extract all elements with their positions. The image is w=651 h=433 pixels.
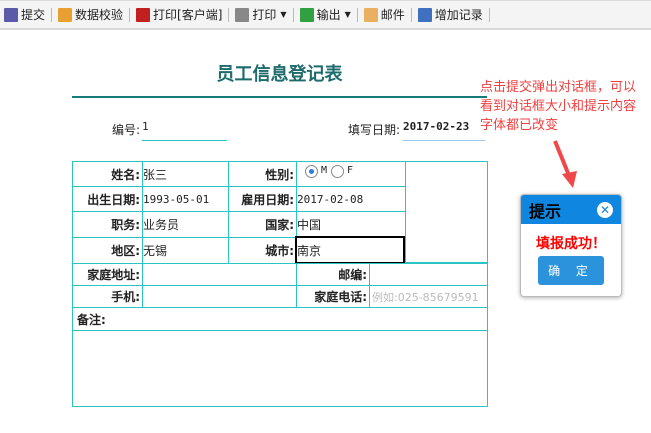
chevron-down-icon: ▼ <box>280 10 287 19</box>
zip-field[interactable] <box>369 263 488 286</box>
remark-field[interactable] <box>72 330 488 407</box>
mobile-field[interactable] <box>142 285 297 308</box>
photo-cell <box>405 161 488 263</box>
date-field[interactable]: 2017-02-23 <box>403 120 485 141</box>
export-button[interactable]: 输出 ▼ <box>296 6 355 23</box>
country-field[interactable]: 中国 <box>296 211 406 238</box>
date-label: 填写日期: <box>347 123 400 137</box>
gender-radio-group: M F <box>296 161 406 187</box>
address-label: 家庭地址: <box>72 263 143 286</box>
city-label: 城市: <box>228 237 297 264</box>
toolbar: 提交 数据校验 打印[客户端] 打印 ▼ 输出 ▼ 邮件 增加记录 <box>0 0 651 30</box>
close-icon[interactable]: ✕ <box>597 201 613 218</box>
arrow-icon <box>553 140 577 188</box>
ok-button[interactable]: 确 定 <box>538 256 604 285</box>
mail-icon <box>363 7 378 22</box>
remark-label: 备注: <box>72 307 488 331</box>
birth-field[interactable]: 1993-05-01 <box>142 186 229 212</box>
job-label: 职务: <box>72 211 143 238</box>
email-button[interactable]: 邮件 <box>360 6 409 23</box>
submit-button[interactable]: 提交 <box>0 6 49 23</box>
gender-m-radio[interactable] <box>305 165 318 178</box>
region-label: 地区: <box>72 237 143 264</box>
country-label: 国家: <box>228 211 297 238</box>
gender-label: 性别: <box>228 161 297 187</box>
title-divider <box>72 96 487 98</box>
page-title: 员工信息登记表 <box>216 64 343 85</box>
dialog-header: 提示 ✕ <box>521 195 621 224</box>
printer-icon <box>235 7 250 22</box>
address-field[interactable] <box>142 263 297 286</box>
add-record-icon <box>417 7 432 22</box>
phone-field[interactable]: 例如:025-85679591 <box>369 285 488 308</box>
mobile-label: 手机: <box>72 285 143 308</box>
region-field[interactable]: 无锡 <box>142 237 229 264</box>
zip-label: 邮编: <box>296 263 370 286</box>
add-record-button[interactable]: 增加记录 <box>414 6 487 23</box>
print-button[interactable]: 打印 ▼ <box>231 6 290 23</box>
hire-field[interactable]: 2017-02-08 <box>296 186 406 212</box>
annotation-text: 点击提交弹出对话框，可以看到对话框大小和提示内容字体都已改变 <box>480 80 637 133</box>
birth-label: 出生日期: <box>72 186 143 212</box>
name-field[interactable]: 张三 <box>142 161 229 187</box>
chevron-down-icon: ▼ <box>344 10 351 19</box>
pencil-icon <box>58 7 73 22</box>
flash-print-icon <box>136 7 151 22</box>
id-label: 编号: <box>111 123 140 137</box>
export-icon <box>299 7 314 22</box>
save-icon <box>4 7 18 22</box>
print-client-button[interactable]: 打印[客户端] <box>132 6 226 23</box>
id-field[interactable]: 1 <box>142 120 227 141</box>
dialog-title: 提示 <box>529 201 562 221</box>
job-field[interactable]: 业务员 <box>142 211 229 238</box>
city-field[interactable]: 南京 <box>295 236 405 264</box>
hire-label: 雇用日期: <box>228 186 297 212</box>
gender-f-radio[interactable] <box>331 165 345 178</box>
validate-button[interactable]: 数据校验 <box>54 6 127 23</box>
dialog-message: 填报成功！ <box>536 236 606 252</box>
name-label: 姓名: <box>72 161 143 187</box>
alert-dialog: 提示 ✕ 填报成功！ 确 定 <box>520 194 622 297</box>
phone-label: 家庭电话: <box>296 285 370 308</box>
